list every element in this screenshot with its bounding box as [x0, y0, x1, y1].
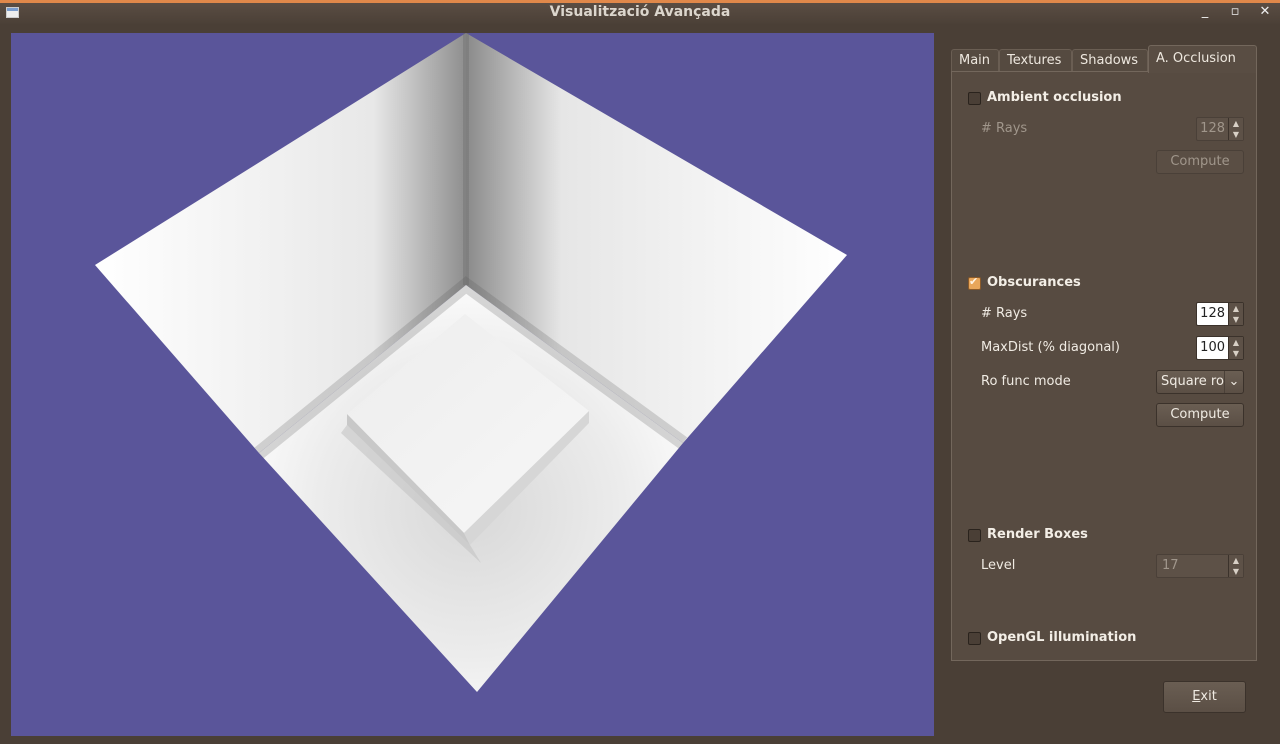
ambient-occlusion-label: Ambient occlusion [987, 90, 1122, 105]
level-label: Level [981, 558, 1016, 573]
title-bar: Visualització Avançada _ ▫ ✕ [0, 0, 1280, 24]
ro-func-value: Square ro [1161, 374, 1224, 389]
ao-rays-label: # Rays [981, 121, 1028, 136]
maxdist-spinbox[interactable]: 100 ▲ ▼ [1196, 336, 1244, 360]
spin-up-icon[interactable]: ▲ [1229, 337, 1243, 348]
close-button[interactable]: ✕ [1256, 4, 1274, 22]
exit-button[interactable]: Exit [1163, 681, 1246, 713]
ro-func-label: Ro func mode [981, 374, 1071, 389]
tab-textures[interactable]: Textures [999, 49, 1072, 72]
tab-a-occlusion[interactable]: A. Occlusion [1148, 45, 1257, 73]
spin-down-icon[interactable]: ▼ [1229, 348, 1243, 359]
opengl-illumination-checkbox[interactable] [968, 632, 981, 645]
render-boxes-checkbox[interactable] [968, 529, 981, 542]
render-viewport[interactable] [11, 33, 934, 736]
occlusion-panel: Ambient occlusion # Rays 128 ▲ ▼ Compute … [951, 71, 1257, 661]
maxdist-label: MaxDist (% diagonal) [981, 340, 1120, 355]
minimize-button[interactable]: _ [1196, 4, 1214, 22]
ro-func-combo[interactable]: Square ro ⌄ [1156, 370, 1244, 394]
ao-compute-button[interactable]: Compute [1156, 150, 1244, 174]
maxdist-value: 100 [1200, 340, 1225, 355]
spin-down-icon[interactable]: ▼ [1229, 566, 1243, 577]
chevron-down-icon: ⌄ [1224, 371, 1243, 393]
opengl-illumination-label: OpenGL illumination [987, 630, 1137, 645]
obs-rays-value: 128 [1200, 306, 1225, 321]
spin-down-icon[interactable]: ▼ [1229, 129, 1243, 140]
maximize-button[interactable]: ▫ [1226, 4, 1244, 22]
ambient-occlusion-checkbox[interactable] [968, 92, 981, 105]
ao-rays-value: 128 [1200, 121, 1225, 136]
window-title: Visualització Avançada [549, 4, 731, 20]
obs-rays-spinbox[interactable]: 128 ▲ ▼ [1196, 302, 1244, 326]
scene-render [95, 33, 847, 692]
exit-label: xit [1200, 689, 1217, 704]
obscurances-checkbox[interactable] [968, 275, 981, 290]
level-value: 17 [1162, 558, 1179, 573]
render-boxes-label: Render Boxes [987, 527, 1088, 542]
obs-rays-label: # Rays [981, 306, 1028, 321]
spin-down-icon[interactable]: ▼ [1229, 314, 1243, 325]
tab-shadows[interactable]: Shadows [1072, 49, 1148, 72]
tab-main[interactable]: Main [951, 49, 999, 72]
spin-up-icon[interactable]: ▲ [1229, 118, 1243, 129]
obs-compute-button[interactable]: Compute [1156, 403, 1244, 427]
obscurances-label: Obscurances [987, 275, 1081, 290]
spin-up-icon[interactable]: ▲ [1229, 303, 1243, 314]
ao-rays-spinbox[interactable]: 128 ▲ ▼ [1196, 117, 1244, 141]
spin-up-icon[interactable]: ▲ [1229, 555, 1243, 566]
level-spinbox[interactable]: 17 ▲ ▼ [1156, 554, 1244, 578]
